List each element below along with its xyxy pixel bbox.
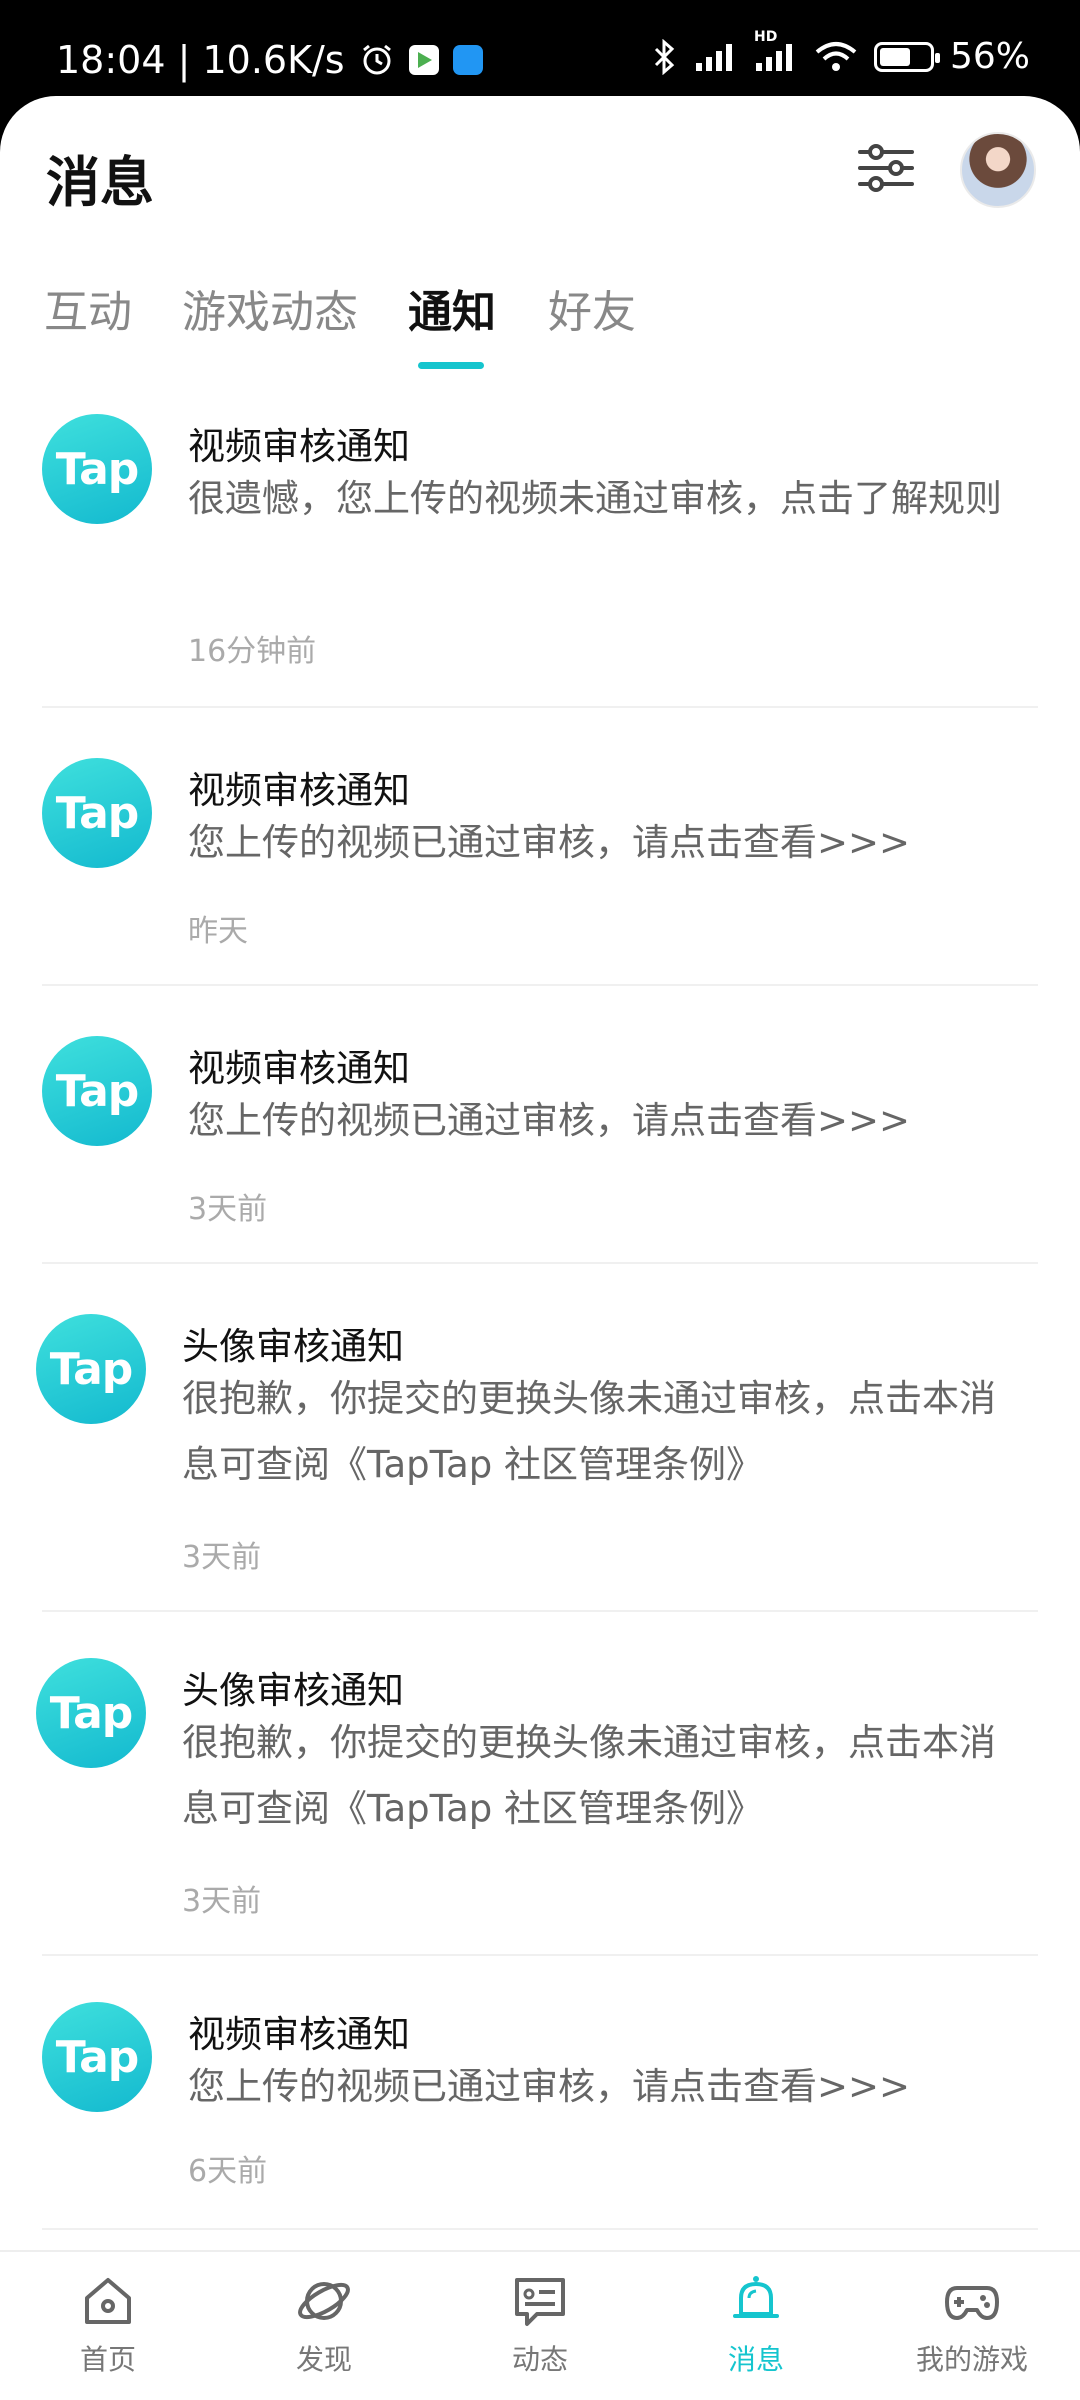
notification-item[interactable]: Tap 视频审核通知 您上传的视频已通过审核，请点击查看>>> 3天前 <box>0 1020 1080 1300</box>
nav-messages[interactable]: 消息 <box>676 2272 836 2392</box>
tab-game-updates[interactable]: 游戏动态 <box>182 276 358 340</box>
notification-body: 很抱歉，你提交的更换头像未通过审核，点击本消息可查阅《TapTap 社区管理条例… <box>182 1721 996 1830</box>
battery-level: 56% <box>949 36 1030 77</box>
filter-settings-button[interactable] <box>856 138 916 198</box>
nav-home-label: 首页 <box>79 2343 136 2376</box>
chat-card-icon <box>515 2278 565 2326</box>
taptap-logo-icon: Tap <box>42 2002 152 2112</box>
notification-title: 头像审核通知 <box>182 1325 404 1368</box>
play-store-icon <box>408 45 439 75</box>
alarm-icon <box>359 42 395 78</box>
notification-title: 视频审核通知 <box>188 1047 410 1090</box>
notification-time: 3天前 <box>188 1192 268 1227</box>
home-icon <box>85 2278 131 2324</box>
status-right: HD 56% <box>652 29 1030 77</box>
sliders-icon <box>858 144 914 192</box>
notification-time: 16分钟前 <box>188 634 317 669</box>
taptap-logo-icon: Tap <box>42 1036 152 1146</box>
divider <box>42 1262 1038 1264</box>
status-bar: 18:04 | 10.6K/s HD 56% <box>0 0 1080 100</box>
notification-body: 很遗憾，您上传的视频未通过审核，点击了解规则 <box>188 477 1002 520</box>
nav-my-games[interactable]: 我的游戏 <box>892 2272 1052 2392</box>
notification-title: 视频审核通知 <box>188 769 410 812</box>
planet-icon <box>298 2282 350 2320</box>
status-left: 18:04 | 10.6K/s <box>56 38 483 82</box>
tab-friends[interactable]: 好友 <box>548 276 636 340</box>
network-label: HD <box>753 28 778 45</box>
notification-item[interactable]: Tap 头像审核通知 很抱歉，你提交的更换头像未通过审核，点击本消息可查阅《Ta… <box>0 1644 1080 1988</box>
divider <box>42 706 1038 708</box>
notification-title: 视频审核通知 <box>188 2013 410 2056</box>
nav-my-games-label: 我的游戏 <box>915 2343 1028 2376</box>
signal-hd-icon: HD <box>754 29 798 73</box>
tab-interaction[interactable]: 互动 <box>44 276 132 340</box>
taptap-logo-icon: Tap <box>36 1658 146 1768</box>
header: 消息 <box>0 96 1080 246</box>
divider <box>42 2228 1038 2230</box>
app-container: 消息 互动 游戏动态 通知 好友 Tap 视频审核通知 很遗憾，您上传的视频未通… <box>0 96 1080 2400</box>
notification-item[interactable]: Tap 视频审核通知 您上传的视频已通过审核，请点击查看>>> 昨天 <box>0 742 1080 1022</box>
divider <box>42 1610 1038 1612</box>
divider <box>42 1954 1038 1956</box>
gamepad-icon <box>945 2286 999 2320</box>
notification-item[interactable]: Tap 视频审核通知 很遗憾，您上传的视频未通过审核，点击了解规则 16分钟前 <box>0 396 1080 742</box>
notification-body: 您上传的视频已通过审核，请点击查看>>> <box>188 1099 911 1142</box>
nav-feed[interactable]: 动态 <box>460 2272 620 2392</box>
avatar[interactable] <box>960 132 1036 208</box>
bell-icon <box>733 2276 779 2318</box>
bluetooth-icon <box>652 38 678 75</box>
notification-time: 昨天 <box>188 914 248 949</box>
taptap-logo-icon: Tap <box>36 1314 146 1424</box>
notification-title: 视频审核通知 <box>188 425 410 468</box>
divider <box>42 984 1038 986</box>
signal-icon <box>694 41 738 73</box>
notification-time: 3天前 <box>182 1884 262 1919</box>
notification-time: 3天前 <box>182 1540 262 1575</box>
cloud-app-icon <box>452 45 483 75</box>
notification-body: 很抱歉，你提交的更换头像未通过审核，点击本消息可查阅《TapTap 社区管理条例… <box>182 1377 996 1486</box>
battery-icon <box>873 41 940 72</box>
notification-body: 您上传的视频已通过审核，请点击查看>>> <box>188 821 911 864</box>
nav-feed-label: 动态 <box>511 2343 568 2376</box>
nav-messages-label: 消息 <box>727 2343 784 2376</box>
nav-home[interactable]: 首页 <box>28 2272 188 2392</box>
page-title: 消息 <box>46 151 154 214</box>
notification-item[interactable]: Tap 头像审核通知 很抱歉，你提交的更换头像未通过审核，点击本消息可查阅《Ta… <box>0 1300 1080 1644</box>
notification-body: 您上传的视频已通过审核，请点击查看>>> <box>188 2065 911 2108</box>
active-tab-indicator <box>418 362 484 369</box>
tab-bar: 互动 游戏动态 通知 好友 <box>0 276 1080 376</box>
notification-title: 头像审核通知 <box>182 1669 404 1712</box>
taptap-logo-icon: Tap <box>42 758 152 868</box>
notification-item[interactable]: Tap 视频审核通知 您上传的视频已通过审核，请点击查看>>> 6天前 <box>0 1988 1080 2278</box>
nav-discover[interactable]: 发现 <box>244 2272 404 2392</box>
bottom-nav: 首页 发现 动态 消息 我的游戏 <box>0 2250 1080 2400</box>
tab-notifications[interactable]: 通知 <box>408 276 496 340</box>
status-time-speed: 18:04 | 10.6K/s <box>56 38 345 82</box>
taptap-logo-icon: Tap <box>42 414 152 524</box>
nav-discover-label: 发现 <box>295 2343 352 2376</box>
notification-time: 6天前 <box>188 2154 268 2189</box>
wifi-icon <box>814 40 858 74</box>
